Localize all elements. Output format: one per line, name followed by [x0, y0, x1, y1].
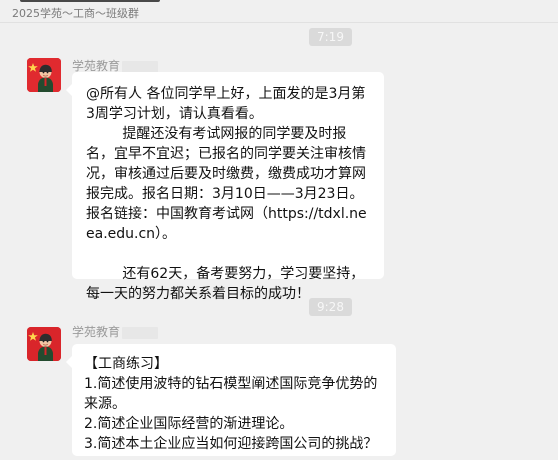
avatar-image	[27, 58, 61, 92]
sender-name: 学苑教育	[72, 325, 121, 339]
message-line: 2.简述企业国际经营的渐进理论。	[84, 416, 294, 432]
avatar[interactable]	[27, 58, 61, 92]
message-bubble[interactable]: 【工商练习】 1.简述使用波特的钻石模型阐述国际竞争优势的来源。 2.简述企业国…	[66, 344, 396, 456]
message-bubble[interactable]: @所有人 各位同学早上好，上面发的是3月第3周学习计划，请认真看看。 提醒还没有…	[66, 72, 384, 302]
message-line: 【工商练习】	[84, 356, 168, 372]
message-line: @所有人 各位同学早上好，上面发的是3月第3周学习计划，请认真看看。	[86, 86, 366, 122]
avatar[interactable]	[27, 327, 61, 361]
timestamp-pill: 7:19	[309, 28, 352, 46]
redaction-mask	[122, 326, 159, 339]
sender-name: 学苑教育	[72, 59, 121, 73]
message-line: 提醒还没有考试网报的同学要及时报名，宜早不宜迟；已报名的同学要关注审核情况，审核…	[86, 126, 367, 242]
timestamp-pill: 9:28	[309, 298, 352, 316]
chat-subtitle: 2025学苑～工商～班级群	[12, 7, 139, 20]
message-line: 1.简述使用波特的钻石模型阐述国际竞争优势的来源。	[84, 376, 378, 412]
redaction-mask	[122, 60, 159, 73]
message-sender[interactable]: 学苑教育	[72, 323, 159, 340]
chat-header: 2025学苑～工商～班级群	[0, 0, 558, 23]
message-line: 3.简述本土企业应当如何迎接跨国公司的挑战？	[84, 436, 378, 452]
header-title-fragment	[20, 0, 160, 2]
avatar-image	[27, 327, 61, 361]
chat-window: 2025学苑～工商～班级群 7:19 学苑教育 @所有人 各位同学早上好，上面发…	[0, 0, 558, 460]
